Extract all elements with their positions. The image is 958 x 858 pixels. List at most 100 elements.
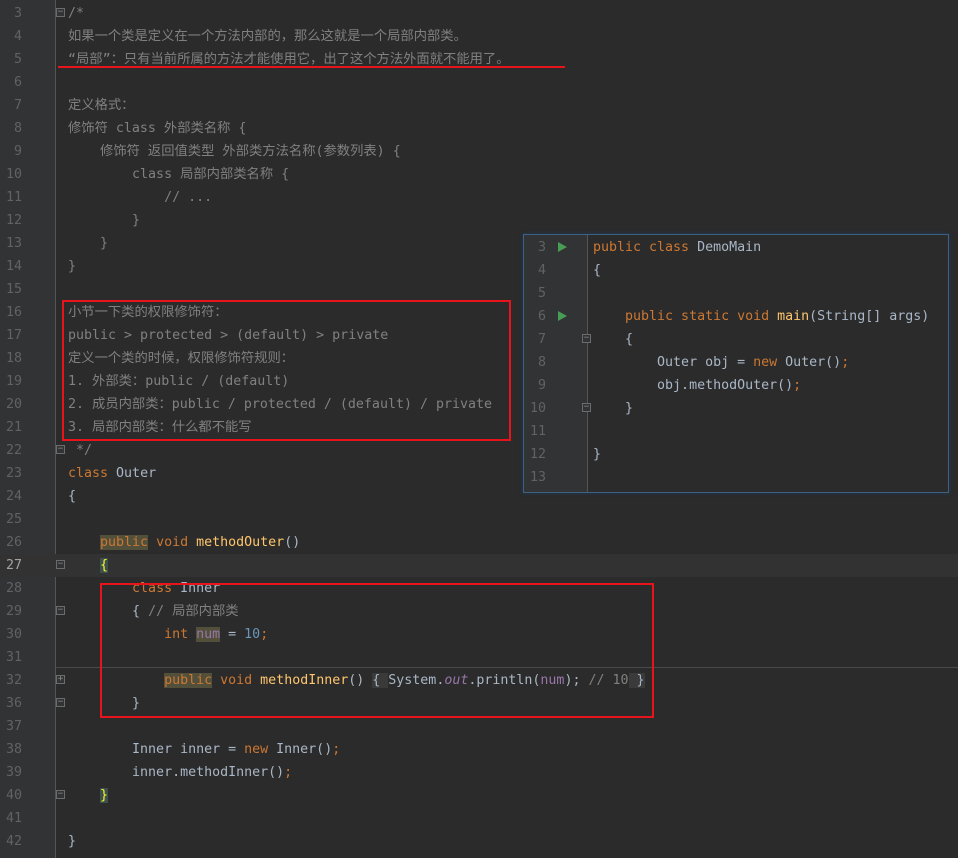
fold-open-icon[interactable]: −	[582, 334, 591, 343]
editor-line[interactable]: 26 public void methodOuter()	[0, 531, 958, 554]
line-number: 29	[5, 604, 22, 619]
line-number: 4	[537, 263, 546, 278]
editor-line[interactable]: 3 −/*	[0, 2, 958, 25]
editor-line[interactable]: 38 Inner inner = new Inner();	[0, 738, 958, 761]
fold-open-icon[interactable]: −	[56, 560, 65, 569]
line-number: 10	[529, 401, 546, 416]
red-box-access-modifiers	[62, 300, 511, 441]
editor-line[interactable]: 10 class 局部内部类名称 {	[0, 163, 958, 186]
code-token: {	[593, 332, 634, 347]
code-token: Outer obj =	[593, 355, 754, 370]
code-text: 修饰符 class 外部类名称 {	[68, 117, 246, 140]
code-token: DemoMain	[697, 240, 762, 255]
code-text: }	[68, 255, 76, 278]
code-token: Outer()	[785, 355, 842, 370]
code-token: /*	[68, 6, 85, 21]
popup-line[interactable]: 7 − {	[524, 328, 948, 351]
code-token: }	[593, 401, 634, 416]
code-text: }	[68, 830, 76, 853]
code-token: }	[593, 447, 602, 462]
line-number: 13	[5, 236, 22, 251]
code-token: public class	[593, 240, 698, 255]
code-text: Outer obj = new Outer();	[593, 351, 849, 374]
code-token: class 局部内部类名称 {	[68, 167, 290, 182]
editor-line[interactable]: 40 − }	[0, 784, 958, 807]
code-token: inner.methodInner()	[68, 765, 285, 780]
line-number: 17	[5, 328, 22, 343]
code-text: public void methodOuter()	[68, 531, 300, 554]
editor-line[interactable]: 9 修饰符 返回值类型 外部类方法名称(参数列表) {	[0, 140, 958, 163]
code-text: }	[68, 232, 108, 255]
line-number: 31	[5, 650, 22, 665]
line-number: 10	[5, 167, 22, 182]
code-text: obj.methodOuter();	[593, 374, 801, 397]
code-token: {	[593, 263, 602, 278]
code-token: class	[68, 466, 117, 481]
line-number: 38	[5, 742, 22, 757]
editor-line[interactable]: 41	[0, 807, 958, 830]
red-underline-annotation	[58, 66, 565, 68]
code-text: 如果一个类是定义在一个方法内部的，那么这就是一个局部内部类。	[68, 25, 467, 48]
code-token: {	[100, 558, 109, 573]
code-text: }	[68, 784, 109, 807]
popup-line[interactable]: 13	[524, 466, 948, 489]
popup-line[interactable]: 8 Outer obj = new Outer();	[524, 351, 948, 374]
popup-line[interactable]: 6 public static void main(String[] args)	[524, 305, 948, 328]
fold-close-icon[interactable]: −	[56, 698, 65, 707]
code-text: {	[68, 554, 109, 577]
popup-line[interactable]: 9 obj.methodOuter();	[524, 374, 948, 397]
editor-line[interactable]: 37	[0, 715, 958, 738]
code-text: {	[593, 259, 601, 282]
line-number: 5	[13, 52, 22, 67]
line-number: 8	[537, 355, 546, 370]
code-token: 定义格式：	[68, 98, 135, 113]
editor-line[interactable]: 42}	[0, 830, 958, 853]
fold-open-icon[interactable]: −	[56, 8, 65, 17]
line-number: 14	[5, 259, 22, 274]
editor-line[interactable]: 4 如果一个类是定义在一个方法内部的，那么这就是一个局部内部类。	[0, 25, 958, 48]
line-number: 11	[5, 190, 22, 205]
editor-line[interactable]: 11 // ...	[0, 186, 958, 209]
code-text: {	[68, 485, 76, 508]
editor-line[interactable]: 25	[0, 508, 958, 531]
popup-line[interactable]: 12}	[524, 443, 948, 466]
popup-line[interactable]: 4{	[524, 259, 948, 282]
line-number: 7	[537, 332, 546, 347]
fold-close-icon[interactable]: −	[56, 790, 65, 799]
line-number: 39	[5, 765, 22, 780]
fold-plus-icon[interactable]: +	[56, 675, 65, 684]
code-text: class Outer	[68, 462, 156, 485]
code-text: */	[68, 439, 92, 462]
line-number: 40	[5, 788, 22, 803]
popup-line[interactable]: 11	[524, 420, 948, 443]
editor-line[interactable]: 27 − {	[0, 554, 958, 577]
editor-line[interactable]: 8 修饰符 class 外部类名称 {	[0, 117, 958, 140]
code-token: 修饰符 class 外部类名称 {	[68, 121, 247, 136]
line-number: 16	[5, 305, 22, 320]
editor-line[interactable]: 7 定义格式：	[0, 94, 958, 117]
line-number: 30	[5, 627, 22, 642]
fold-close-icon[interactable]: −	[582, 403, 591, 412]
line-number: 20	[5, 397, 22, 412]
line-number: 4	[13, 29, 22, 44]
popup-line[interactable]: 3 public class DemoMain	[524, 236, 948, 259]
code-token: 修饰符 返回值类型 外部类方法名称(参数列表) {	[68, 144, 401, 159]
code-text: }	[593, 397, 633, 420]
code-token: */	[68, 443, 93, 458]
line-number: 28	[5, 581, 22, 596]
line-number: 21	[5, 420, 22, 435]
popup-line[interactable]: 10 − }	[524, 397, 948, 420]
fold-open-icon[interactable]: −	[56, 606, 65, 615]
run-icon[interactable]	[558, 242, 567, 252]
popup-line[interactable]: 5	[524, 282, 948, 305]
code-token: main	[777, 309, 810, 324]
run-icon[interactable]	[558, 311, 567, 321]
line-number: 36	[5, 696, 22, 711]
editor-line[interactable]: 6	[0, 71, 958, 94]
fold-close-icon[interactable]: −	[56, 445, 65, 454]
code-token: }	[100, 788, 109, 803]
editor-line[interactable]: 12 }	[0, 209, 958, 232]
editor-line[interactable]: 39 inner.methodInner();	[0, 761, 958, 784]
code-text: 修饰符 返回值类型 外部类方法名称(参数列表) {	[68, 140, 401, 163]
